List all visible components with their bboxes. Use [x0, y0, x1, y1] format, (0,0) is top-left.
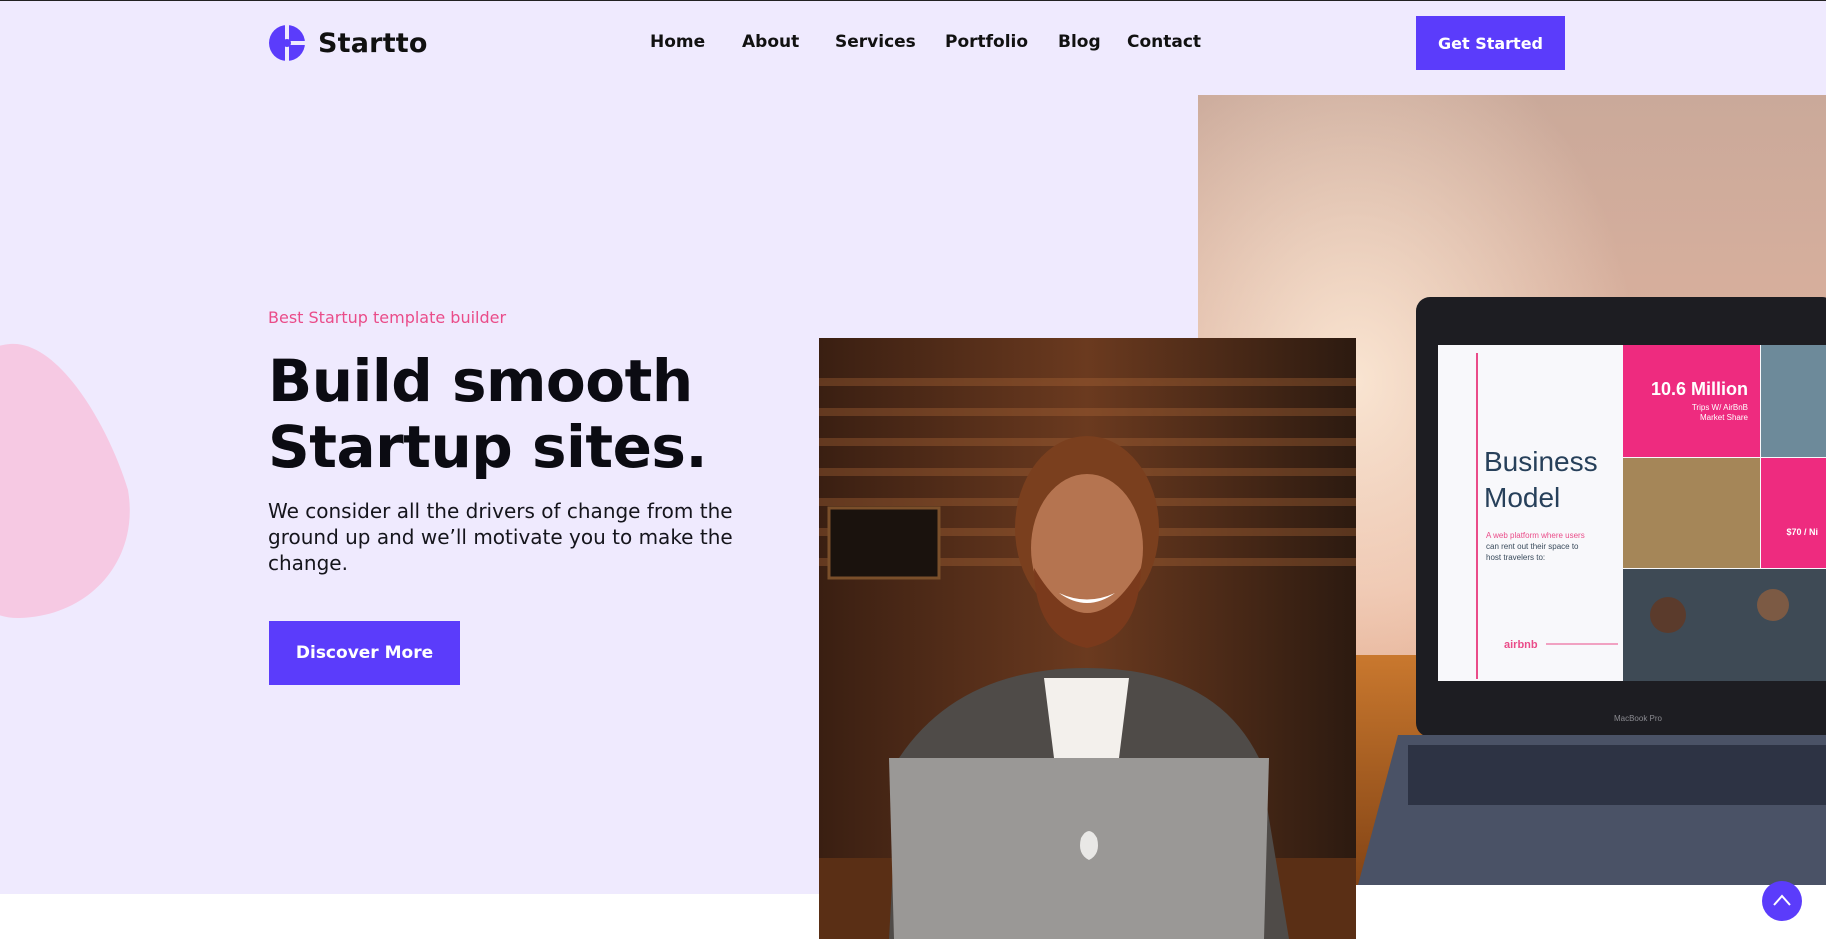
screen-stat-value: 10.6 Million [1651, 379, 1748, 399]
nav-home[interactable]: Home [650, 32, 705, 52]
scroll-to-top-button[interactable] [1762, 881, 1802, 921]
screen-title-line-2: Model [1484, 482, 1560, 513]
discover-more-button[interactable]: Discover More [269, 621, 460, 685]
logo-mark-icon [269, 24, 306, 62]
nav-about[interactable]: About [742, 32, 799, 52]
hero-description: We consider all the drivers of change fr… [268, 499, 733, 575]
brand-name: Startto [318, 27, 428, 59]
hero-headline-line-1: Build smooth [268, 347, 693, 415]
screen-body-line-2: can rent out their space to [1486, 542, 1579, 551]
founder-photo [819, 338, 1356, 939]
screen-body-line-1: A web platform where users [1486, 531, 1585, 540]
hero-headline-line-2: Startup sites. [268, 413, 708, 481]
chevron-up-icon [1773, 894, 1791, 906]
screen-stat-caption-1: Trips W/ AirBnB [1692, 403, 1748, 412]
screen-stat-caption-2: Market Share [1700, 413, 1749, 422]
screen-price: $70 / Ni [1786, 527, 1818, 537]
device-label: MacBook Pro [1614, 714, 1663, 723]
decorative-blob [0, 343, 130, 619]
nav-services[interactable]: Services [835, 32, 916, 52]
screen-brand-mark: airbnb [1504, 639, 1538, 651]
get-started-button[interactable]: Get Started [1416, 16, 1565, 70]
nav-blog[interactable]: Blog [1058, 32, 1101, 52]
screen-title-line-1: Business [1484, 446, 1598, 477]
hero-tagline: Best Startup template builder [268, 308, 507, 327]
nav-contact[interactable]: Contact [1127, 32, 1201, 52]
hero-headline: Build smooth Startup sites. [268, 347, 708, 481]
top-border [0, 0, 1826, 1]
brand-logo[interactable]: Startto [268, 24, 428, 62]
nav-portfolio[interactable]: Portfolio [945, 32, 1028, 52]
screen-body-line-3: host travelers to: [1486, 553, 1545, 562]
